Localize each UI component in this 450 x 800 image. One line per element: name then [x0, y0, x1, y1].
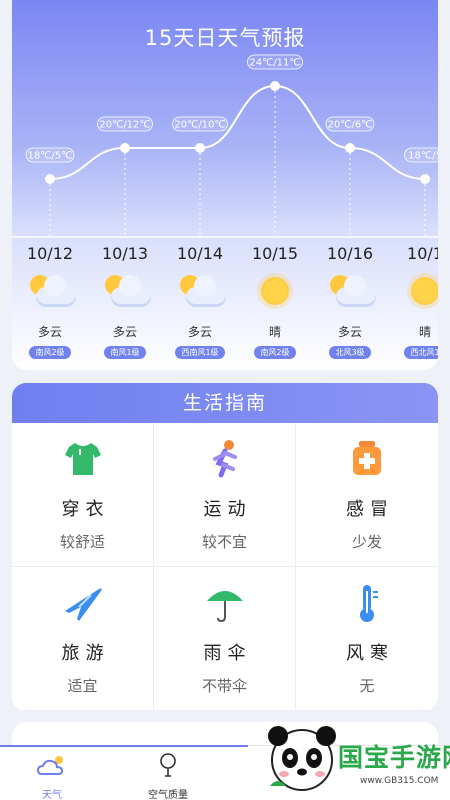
forecast-wind-badge: 北风3级 — [329, 346, 371, 359]
airplane-icon — [61, 581, 105, 625]
forecast-date: 10/16 — [326, 244, 374, 263]
air-quality-icon — [160, 753, 176, 777]
forecast-date: 10/12 — [26, 244, 74, 263]
life-guide-item[interactable]: 雨伞 不带伞 — [154, 567, 296, 711]
forecast-date: 10/15 — [251, 244, 299, 263]
life-guide-item[interactable]: 穿衣 较舒适 — [12, 423, 154, 567]
forecast-date: 10/14 — [176, 244, 224, 263]
sun-icon — [247, 273, 303, 313]
partly-cloudy-icon — [322, 273, 378, 313]
tab-air-quality-label: 空气质量 — [148, 790, 188, 800]
life-guide-item-value: 较不宜 — [201, 533, 247, 551]
life-guide-item-value: 较舒适 — [59, 533, 105, 551]
life-guide-item[interactable]: 感冒少发 — [296, 423, 438, 567]
forecast-condition: 晴 — [418, 325, 431, 339]
forecast-wind-badge: 南风2级 — [29, 346, 71, 359]
life-guide-item-value: 无 — [359, 677, 375, 695]
temp-point — [420, 174, 430, 184]
life-guide-card: 生活指南 穿衣 较舒适 运动 较不宜 感冒 少发 旅游 适宜 雨伞 不带伞 风寒无 — [12, 383, 438, 711]
temperature-curve-chart: 18℃/5℃ 20℃/12℃ 20℃/10℃ 24℃/11℃ 20℃/6℃ 18℃/5 — [12, 54, 438, 238]
life-guide-item-name: 感冒 — [346, 499, 394, 520]
forecast-condition: 晴 — [268, 325, 281, 339]
panda-logo-icon — [268, 726, 336, 791]
weather-icon — [36, 756, 64, 775]
partly-cloudy-icon — [172, 273, 228, 313]
life-guide-grid: 穿衣 较舒适 运动 较不宜 感冒 少发 旅游 适宜 雨伞 不带伞 风寒无 — [12, 423, 438, 711]
life-guide-item-name: 旅游 — [61, 643, 110, 664]
forecast-day[interactable]: 10/15 晴南风2级 — [237, 238, 313, 359]
tab-air-quality[interactable]: 空气质量 — [118, 746, 218, 800]
temp-label: 20℃/12℃ — [99, 120, 150, 131]
temp-label: 18℃/5℃ — [28, 151, 73, 162]
forecast-date: 10/1 — [407, 244, 438, 263]
forecast-day-strip[interactable]: 10/12 多云南风2级 10/13 多云南风1级 10/14 多云西南风1级 10/15 晴… — [12, 238, 438, 370]
watermark-url: www.GB315.COM — [360, 776, 439, 786]
forecast-card: 15天日天气预报 18℃/5℃ 20℃/12℃ 20℃/10℃ 24℃/11℃ 20℃/… — [12, 0, 438, 370]
forecast-day[interactable]: 10/14 多云西南风1级 — [162, 238, 238, 359]
life-guide-title: 生活指南 — [12, 383, 438, 423]
temp-point — [195, 143, 205, 153]
umbrella-icon — [203, 581, 247, 625]
temp-point — [270, 81, 280, 91]
high-temp-line — [49, 84, 426, 180]
temp-label: 20℃/6℃ — [328, 120, 373, 131]
temp-label: 20℃/10℃ — [174, 120, 225, 131]
temp-point — [120, 143, 130, 153]
temp-label: 18℃/5 — [408, 151, 438, 162]
life-guide-item-name: 风寒 — [346, 643, 394, 664]
life-guide-item[interactable]: 运动 较不宜 — [154, 423, 296, 567]
life-guide-item-value: 适宜 — [67, 677, 98, 695]
forecast-condition: 多云 — [37, 325, 62, 339]
forecast-wind-badge: 南风1级 — [104, 346, 146, 359]
forecast-day[interactable]: 10/13 多云南风1级 — [87, 238, 163, 359]
partly-cloudy-icon — [97, 273, 153, 313]
temp-label: 24℃/11℃ — [249, 58, 300, 69]
thermometer-icon — [345, 581, 389, 625]
forecast-wind-badge: 西南风1级 — [175, 346, 225, 359]
forecast-day[interactable]: 10/16 多云北风3级 — [312, 238, 388, 359]
medicine-icon — [345, 437, 389, 481]
watermark: 国宝手游网 www.GB315.COM — [262, 712, 450, 800]
forecast-day[interactable]: 10/12 多云南风2级 — [12, 238, 88, 359]
temp-point — [45, 174, 55, 184]
life-guide-item-name: 穿衣 — [61, 499, 110, 520]
partly-cloudy-icon — [22, 273, 78, 313]
forecast-condition: 多云 — [337, 325, 362, 339]
forecast-wind-badge: 南风2级 — [254, 346, 296, 359]
watermark-text: 国宝手游网 — [338, 743, 450, 772]
life-guide-item-value: 少发 — [351, 533, 382, 551]
forecast-condition: 多云 — [112, 325, 137, 339]
forecast-condition: 多云 — [187, 325, 212, 339]
life-guide-item-name: 运动 — [203, 499, 252, 520]
temp-point — [345, 143, 355, 153]
forecast-day[interactable]: 10/1 晴西北风1 — [387, 238, 438, 359]
life-guide-item-value: 不带伞 — [201, 677, 247, 695]
sun-icon — [397, 273, 438, 313]
running-icon — [203, 437, 247, 481]
shirt-icon — [61, 437, 105, 481]
tab-weather-label: 天气 — [42, 790, 62, 800]
life-guide-item[interactable]: 风寒无 — [296, 567, 438, 711]
life-guide-item-name: 雨伞 — [203, 643, 252, 664]
life-guide-item[interactable]: 旅游 适宜 — [12, 567, 154, 711]
forecast-wind-badge: 西北风1 — [404, 346, 438, 359]
tab-weather[interactable]: 天气 — [2, 746, 102, 800]
forecast-date: 10/13 — [101, 244, 149, 263]
